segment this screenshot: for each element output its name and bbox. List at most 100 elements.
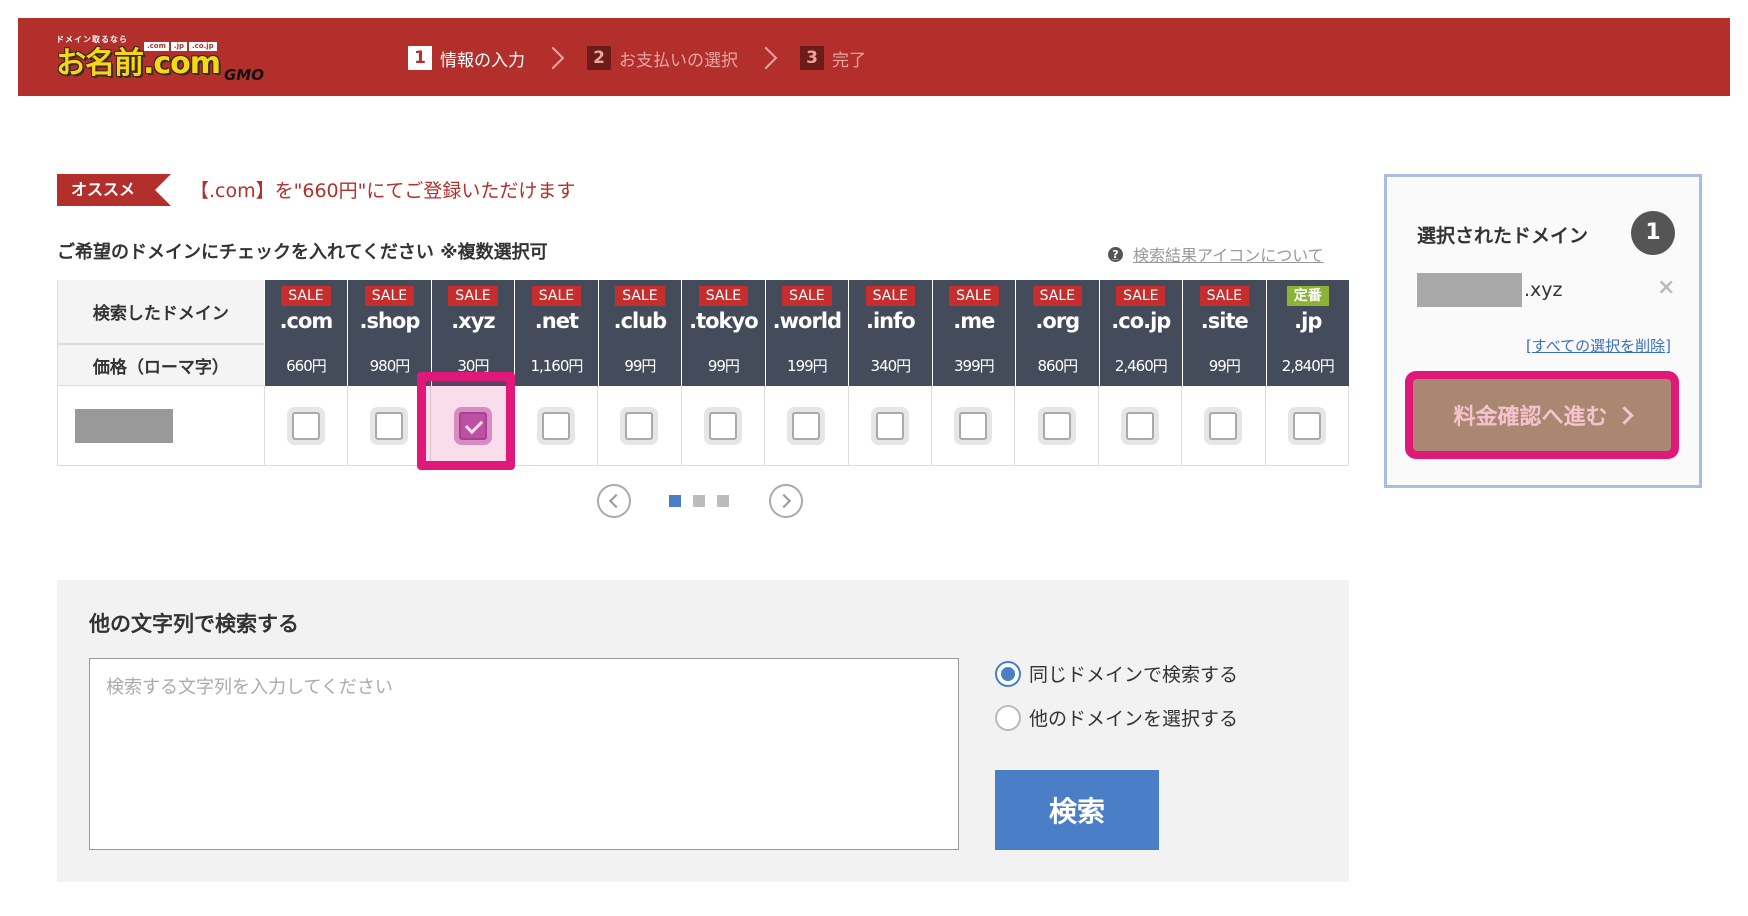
pager-dot-3[interactable]: [717, 495, 729, 507]
chevron-left-icon: [608, 493, 624, 509]
pager-next-button[interactable]: [769, 484, 803, 518]
sale-badge: SALE: [782, 286, 832, 306]
help-link-label: 検索結果アイコンについて: [1133, 246, 1324, 265]
selected-count-badge: 1: [1631, 211, 1675, 255]
radio-same-domain[interactable]: 同じドメインで検索する: [995, 660, 1238, 687]
search-other-panel: 他の文字列で検索する 同じドメインで検索する 他のドメインを選択する 検索: [57, 580, 1349, 882]
icon-help-link[interactable]: ? 検索結果アイコンについて: [1108, 242, 1324, 266]
tld-name: .com: [279, 309, 334, 333]
tld-name: .org: [1035, 309, 1080, 333]
step-number: 3: [800, 46, 824, 70]
recommend-badge: オススメ: [57, 174, 171, 206]
radio-other-domain[interactable]: 他のドメインを選択する: [995, 704, 1238, 731]
annotation-highlight-xyz: [417, 372, 515, 470]
price-cell: 399円: [932, 344, 1016, 386]
redacted-domain-name: [75, 408, 173, 443]
step-1: 1 情報の入力: [408, 46, 525, 71]
sale-badge: SALE: [531, 286, 582, 306]
step-label: お支払いの選択: [619, 50, 738, 71]
tld-name: .co.jp: [1111, 309, 1171, 333]
tld-checkbox-net[interactable]: [542, 411, 571, 440]
price-cell: 660円: [264, 344, 348, 386]
regular-badge: 定番: [1286, 286, 1329, 306]
search-button[interactable]: 検索: [995, 770, 1159, 850]
check-cell-club: [597, 386, 681, 466]
logo-gmo: GMO: [224, 66, 264, 84]
tld-checkbox-com[interactable]: [291, 411, 320, 440]
proceed-to-price-button[interactable]: 料金確認へ進む: [1413, 379, 1671, 451]
pager-dots: [669, 495, 729, 507]
sale-badge: SALE: [281, 286, 331, 306]
tld-name: .club: [613, 309, 668, 333]
tld-checkbox-shop[interactable]: [375, 411, 404, 440]
tld-checkbox-world[interactable]: [792, 411, 821, 440]
tld-checkbox-site[interactable]: [1209, 411, 1238, 440]
tld-checkbox-cojp[interactable]: [1125, 411, 1154, 440]
radio-label: 他のドメインを選択する: [1029, 708, 1239, 730]
check-cell-jp: [1264, 386, 1350, 466]
domain-check-row: [57, 386, 1350, 466]
step-label: 完了: [832, 50, 866, 71]
price-cell: 2,840円: [1266, 344, 1350, 386]
sale-badge: SALE: [949, 286, 999, 306]
tld-header-info: SALE .info: [849, 280, 932, 344]
sale-badge: SALE: [865, 286, 916, 306]
price-row: 価格（ローマ字） 660円 980円 30円 1,160円 99円 99円 19…: [57, 344, 1350, 386]
tld-name: .jp: [1294, 309, 1322, 333]
tld-header-world: SALE .world: [765, 280, 849, 344]
tld-name: .site: [1200, 309, 1249, 333]
tld-name: .xyz: [451, 309, 495, 333]
tld-checkbox-jp[interactable]: [1292, 411, 1321, 440]
price-label: 価格（ローマ字）: [57, 344, 264, 386]
check-cell-net: [513, 386, 598, 466]
tld-header-org: SALE .org: [1016, 280, 1099, 344]
price-cell: 99円: [682, 344, 765, 386]
radio-button[interactable]: [995, 704, 1021, 731]
tld-header-net: SALE .net: [515, 280, 598, 344]
selected-domains-panel: 選択されたドメイン 1 .xyz × [すべての選択を削除] 料金確認へ進む: [1384, 174, 1702, 488]
site-header: ドメイン取るなら .com .jp .co.jp お名前.com GMO 1 情…: [18, 18, 1730, 96]
sale-badge: SALE: [1116, 286, 1166, 306]
tld-checkbox-info[interactable]: [875, 411, 904, 440]
tld-name: .net: [534, 309, 579, 333]
tld-checkbox-org[interactable]: [1042, 411, 1071, 440]
tld-header-com: SALE .com: [264, 280, 348, 344]
close-icon[interactable]: ×: [1657, 275, 1675, 300]
progress-steps: 1 情報の入力 2 お支払いの選択 3 完了: [408, 44, 866, 72]
logo-tagline: ドメイン取るなら: [56, 35, 128, 44]
check-cell-tokyo: [680, 386, 765, 466]
tld-header-tokyo: SALE .tokyo: [682, 280, 765, 344]
pager-dot-2[interactable]: [693, 495, 705, 507]
check-cell-com: [263, 386, 347, 466]
onamae-logo[interactable]: ドメイン取るなら .com .jp .co.jp お名前.com GMO: [56, 34, 356, 84]
check-cell-me: [930, 386, 1015, 466]
searched-domain-label: 検索したドメイン: [57, 280, 264, 344]
tld-name: .me: [953, 309, 995, 333]
tld-checkbox-club[interactable]: [625, 411, 654, 440]
instruction-text: ご希望のドメインにチェックを入れてください ※複数選択可: [57, 242, 548, 263]
tld-checkbox-me[interactable]: [959, 411, 988, 440]
selected-domain-item: .xyz: [1417, 273, 1563, 307]
domain-table: 検索したドメイン SALE .com SALE .shop SALE .xyz SAL…: [57, 280, 1350, 466]
check-cell-info: [847, 386, 931, 466]
sale-badge: SALE: [364, 286, 415, 306]
selected-domain-tld: .xyz: [1524, 279, 1563, 301]
search-other-title: 他の文字列で検索する: [89, 612, 299, 636]
check-cell-cojp: [1097, 386, 1182, 466]
radio-button[interactable]: [995, 660, 1021, 687]
price-cell: 199円: [765, 344, 849, 386]
tld-header-xyz: SALE .xyz: [431, 280, 515, 344]
step-3: 3 完了: [800, 46, 866, 71]
search-string-input[interactable]: [89, 658, 959, 850]
pager-dot-1[interactable]: [669, 495, 681, 507]
logo-wordmark: お名前.com: [56, 46, 221, 81]
pager-prev-button[interactable]: [597, 484, 631, 518]
sale-badge: SALE: [698, 286, 749, 306]
tld-checkbox-tokyo[interactable]: [708, 411, 737, 440]
sale-badge: SALE: [615, 286, 665, 306]
price-cell: 2,460円: [1099, 344, 1183, 386]
tld-name: .shop: [359, 309, 421, 333]
tld-name: .tokyo: [689, 309, 759, 333]
clear-all-link[interactable]: [すべての選択を削除]: [1526, 335, 1671, 356]
check-cell-org: [1014, 386, 1098, 466]
